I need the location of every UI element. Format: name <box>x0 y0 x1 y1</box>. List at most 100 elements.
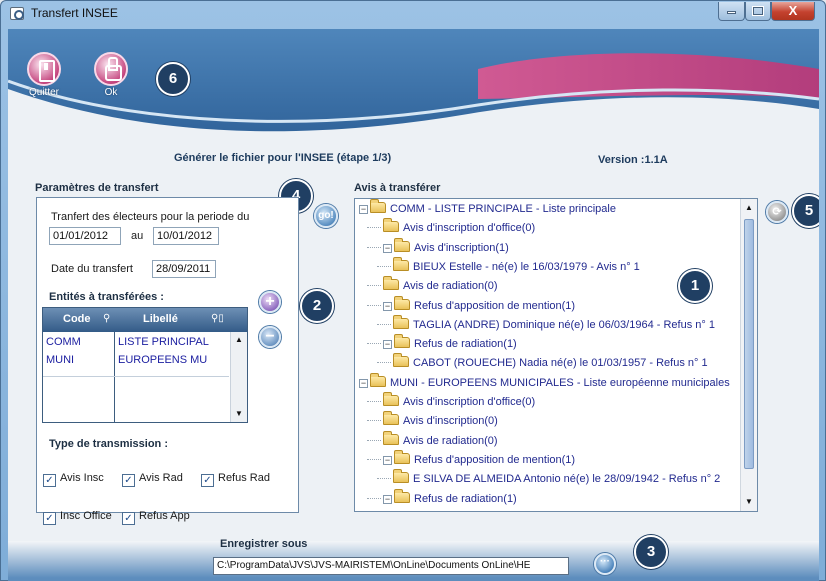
checkbox-label: Refus Rad <box>218 472 270 484</box>
folder-icon <box>383 276 399 291</box>
tree-connector <box>367 304 381 306</box>
tree-scrollbar[interactable]: ▲ ▼ <box>740 199 757 511</box>
tree-node[interactable]: − MUNI - EUROPEENS MUNICIPALES - Liste eu… <box>359 372 730 395</box>
date-from-input[interactable]: 01/01/2012 <box>49 227 121 245</box>
tree-node[interactable]: Avis d'inscription d'office(0) <box>367 392 536 414</box>
tree-node[interactable]: − Refus de radiation(1) <box>367 334 517 356</box>
plus-icon: + <box>265 293 275 310</box>
folder-icon <box>383 218 399 233</box>
tree-node[interactable]: Avis de radiation(0) <box>367 430 498 453</box>
period-label: Tranfert des électeurs pour la periode d… <box>51 211 250 223</box>
tree-node[interactable]: Avis de radiation(0) <box>367 276 498 298</box>
save-path-input[interactable]: C:\ProgramData\JVS\JVS-MAIRISTEM\OnLine\… <box>213 557 569 575</box>
folder-icon <box>394 295 410 310</box>
tree-node[interactable]: BIEUX Estelle - né(e) le 16/03/1979 - Av… <box>377 256 640 279</box>
folder-icon <box>394 237 410 252</box>
collapse-icon[interactable]: − <box>383 455 392 465</box>
folder-icon <box>383 411 399 426</box>
tree-node[interactable]: − Refus de radiation(1) <box>367 488 517 511</box>
collapse-icon[interactable]: − <box>359 378 368 388</box>
tree-node-label: Avis d'inscription(0) <box>403 415 498 428</box>
tree-node[interactable]: E SILVA DE ALMEIDA Antonio né(e) le 28/0… <box>377 469 720 491</box>
search-delete-icon[interactable]: ⚲▯ <box>211 313 224 324</box>
entities-grid[interactable]: Code ⚲ Libellé ⚲▯ COMM LISTE PRINCIPAL M… <box>42 307 248 423</box>
grid-cell-code[interactable]: MUNI <box>46 354 74 366</box>
checkbox-refus-app[interactable]: ✓ Refus App <box>122 510 190 525</box>
quit-button[interactable]: Quitter <box>21 52 67 98</box>
collapse-icon[interactable]: − <box>359 205 368 214</box>
checkbox-avis-rad[interactable]: ✓ Avis Rad <box>122 472 183 487</box>
tree-node-label: Avis de radiation(0) <box>403 280 498 293</box>
grid-cell-code[interactable]: COMM <box>46 336 81 348</box>
tree-node[interactable]: Avis d'inscription d'office(0) <box>367 218 535 240</box>
collapse-icon[interactable]: − <box>383 301 392 311</box>
tree-connector <box>367 401 381 402</box>
scroll-down-icon[interactable]: ▼ <box>231 406 247 422</box>
check-icon: ✓ <box>122 474 135 487</box>
transfer-date-input[interactable]: 28/09/2011 <box>152 260 216 278</box>
tree-node-label: Refus de radiation(1) <box>414 338 517 351</box>
collapse-icon[interactable]: − <box>383 340 392 350</box>
tree-node-label: Refus de radiation(1) <box>414 492 517 505</box>
avis-tree[interactable]: − COMM - LISTE PRINCIPALE - Liste princip… <box>354 198 758 512</box>
version-label: Version :1.1A <box>598 154 668 166</box>
tree-node[interactable]: CABOT (ROUECHE) Nadia né(e) le 01/03/195… <box>377 353 708 375</box>
checkbox-label: Avis Rad <box>139 472 183 484</box>
column-separator <box>114 332 115 422</box>
tree-connector <box>367 227 381 229</box>
check-icon: ✓ <box>201 474 214 487</box>
scroll-thumb[interactable] <box>744 219 754 469</box>
check-icon: ✓ <box>122 512 135 525</box>
folder-icon <box>394 334 410 349</box>
title-bar: Transfert INSEE X <box>1 1 825 27</box>
tree-connector <box>367 439 381 441</box>
collapse-icon[interactable]: − <box>383 494 392 504</box>
tree-connector <box>377 265 391 267</box>
app-window: Transfert INSEE X Quitter Ok 6 Générer l… <box>0 0 826 581</box>
tree-node-label: Refus d'apposition de mention(1) <box>414 453 576 466</box>
thumbs-up-icon <box>94 52 128 86</box>
tree-node-label: Avis d'inscription d'office(0) <box>403 396 536 408</box>
entities-title: Entités à transférées : <box>49 291 164 303</box>
folder-icon <box>393 353 409 368</box>
transmission-title: Type de transmission : <box>49 438 168 450</box>
tree-connector <box>367 497 381 499</box>
go-button[interactable]: go! <box>314 204 338 228</box>
browse-button[interactable]: ··· <box>594 553 616 575</box>
date-to-input[interactable]: 10/01/2012 <box>153 227 219 245</box>
scroll-up-icon[interactable]: ▲ <box>231 332 247 348</box>
tree-node[interactable]: − COMM - LISTE PRINCIPALE - Liste princip… <box>359 199 616 221</box>
collapse-icon[interactable]: − <box>383 243 392 253</box>
tree-node-label: COMM - LISTE PRINCIPALE - Liste principa… <box>390 203 616 215</box>
au-label: au <box>131 230 144 242</box>
grid-cell-libelle[interactable]: EUROPEENS MU <box>118 354 228 366</box>
remove-entity-button[interactable]: − <box>259 326 281 348</box>
folder-icon <box>383 392 399 406</box>
tree-node[interactable]: − Avis d'inscription(1) <box>367 237 509 260</box>
tree-node[interactable]: TAGLIA (ANDRE) Dominique né(e) le 06/03/… <box>377 314 715 337</box>
add-entity-button[interactable]: + <box>259 291 281 313</box>
grid-scrollbar[interactable]: ▲ ▼ <box>230 332 247 422</box>
grid-header: Code ⚲ Libellé ⚲▯ <box>43 308 247 332</box>
folder-icon <box>394 488 410 503</box>
grid-cell-libelle[interactable]: LISTE PRINCIPAL <box>118 336 230 348</box>
tree-connector <box>367 285 381 287</box>
tree-connector <box>377 478 391 480</box>
refresh-icon: ⟳ <box>772 206 782 218</box>
scroll-down-icon[interactable]: ▼ <box>741 494 757 510</box>
minimize-button[interactable] <box>718 2 745 21</box>
checkbox-insc-office[interactable]: ✓ Insc Office <box>43 510 112 525</box>
column-header-code[interactable]: Code <box>63 313 91 325</box>
checkbox-refus-rad[interactable]: ✓ Refus Rad <box>201 472 270 487</box>
close-button[interactable]: X <box>771 2 815 21</box>
checkbox-avis-insc[interactable]: ✓ Avis Insc <box>43 472 104 487</box>
scroll-up-icon[interactable]: ▲ <box>741 200 757 216</box>
column-header-libelle[interactable]: Libellé <box>143 313 178 325</box>
maximize-button[interactable] <box>745 2 771 21</box>
refresh-button[interactable]: ⟳ <box>766 201 788 223</box>
folder-icon <box>393 469 409 484</box>
ok-button[interactable]: Ok <box>88 52 134 98</box>
window-title: Transfert INSEE <box>31 6 118 20</box>
search-icon[interactable]: ⚲ <box>103 313 110 324</box>
check-icon: ✓ <box>43 474 56 487</box>
